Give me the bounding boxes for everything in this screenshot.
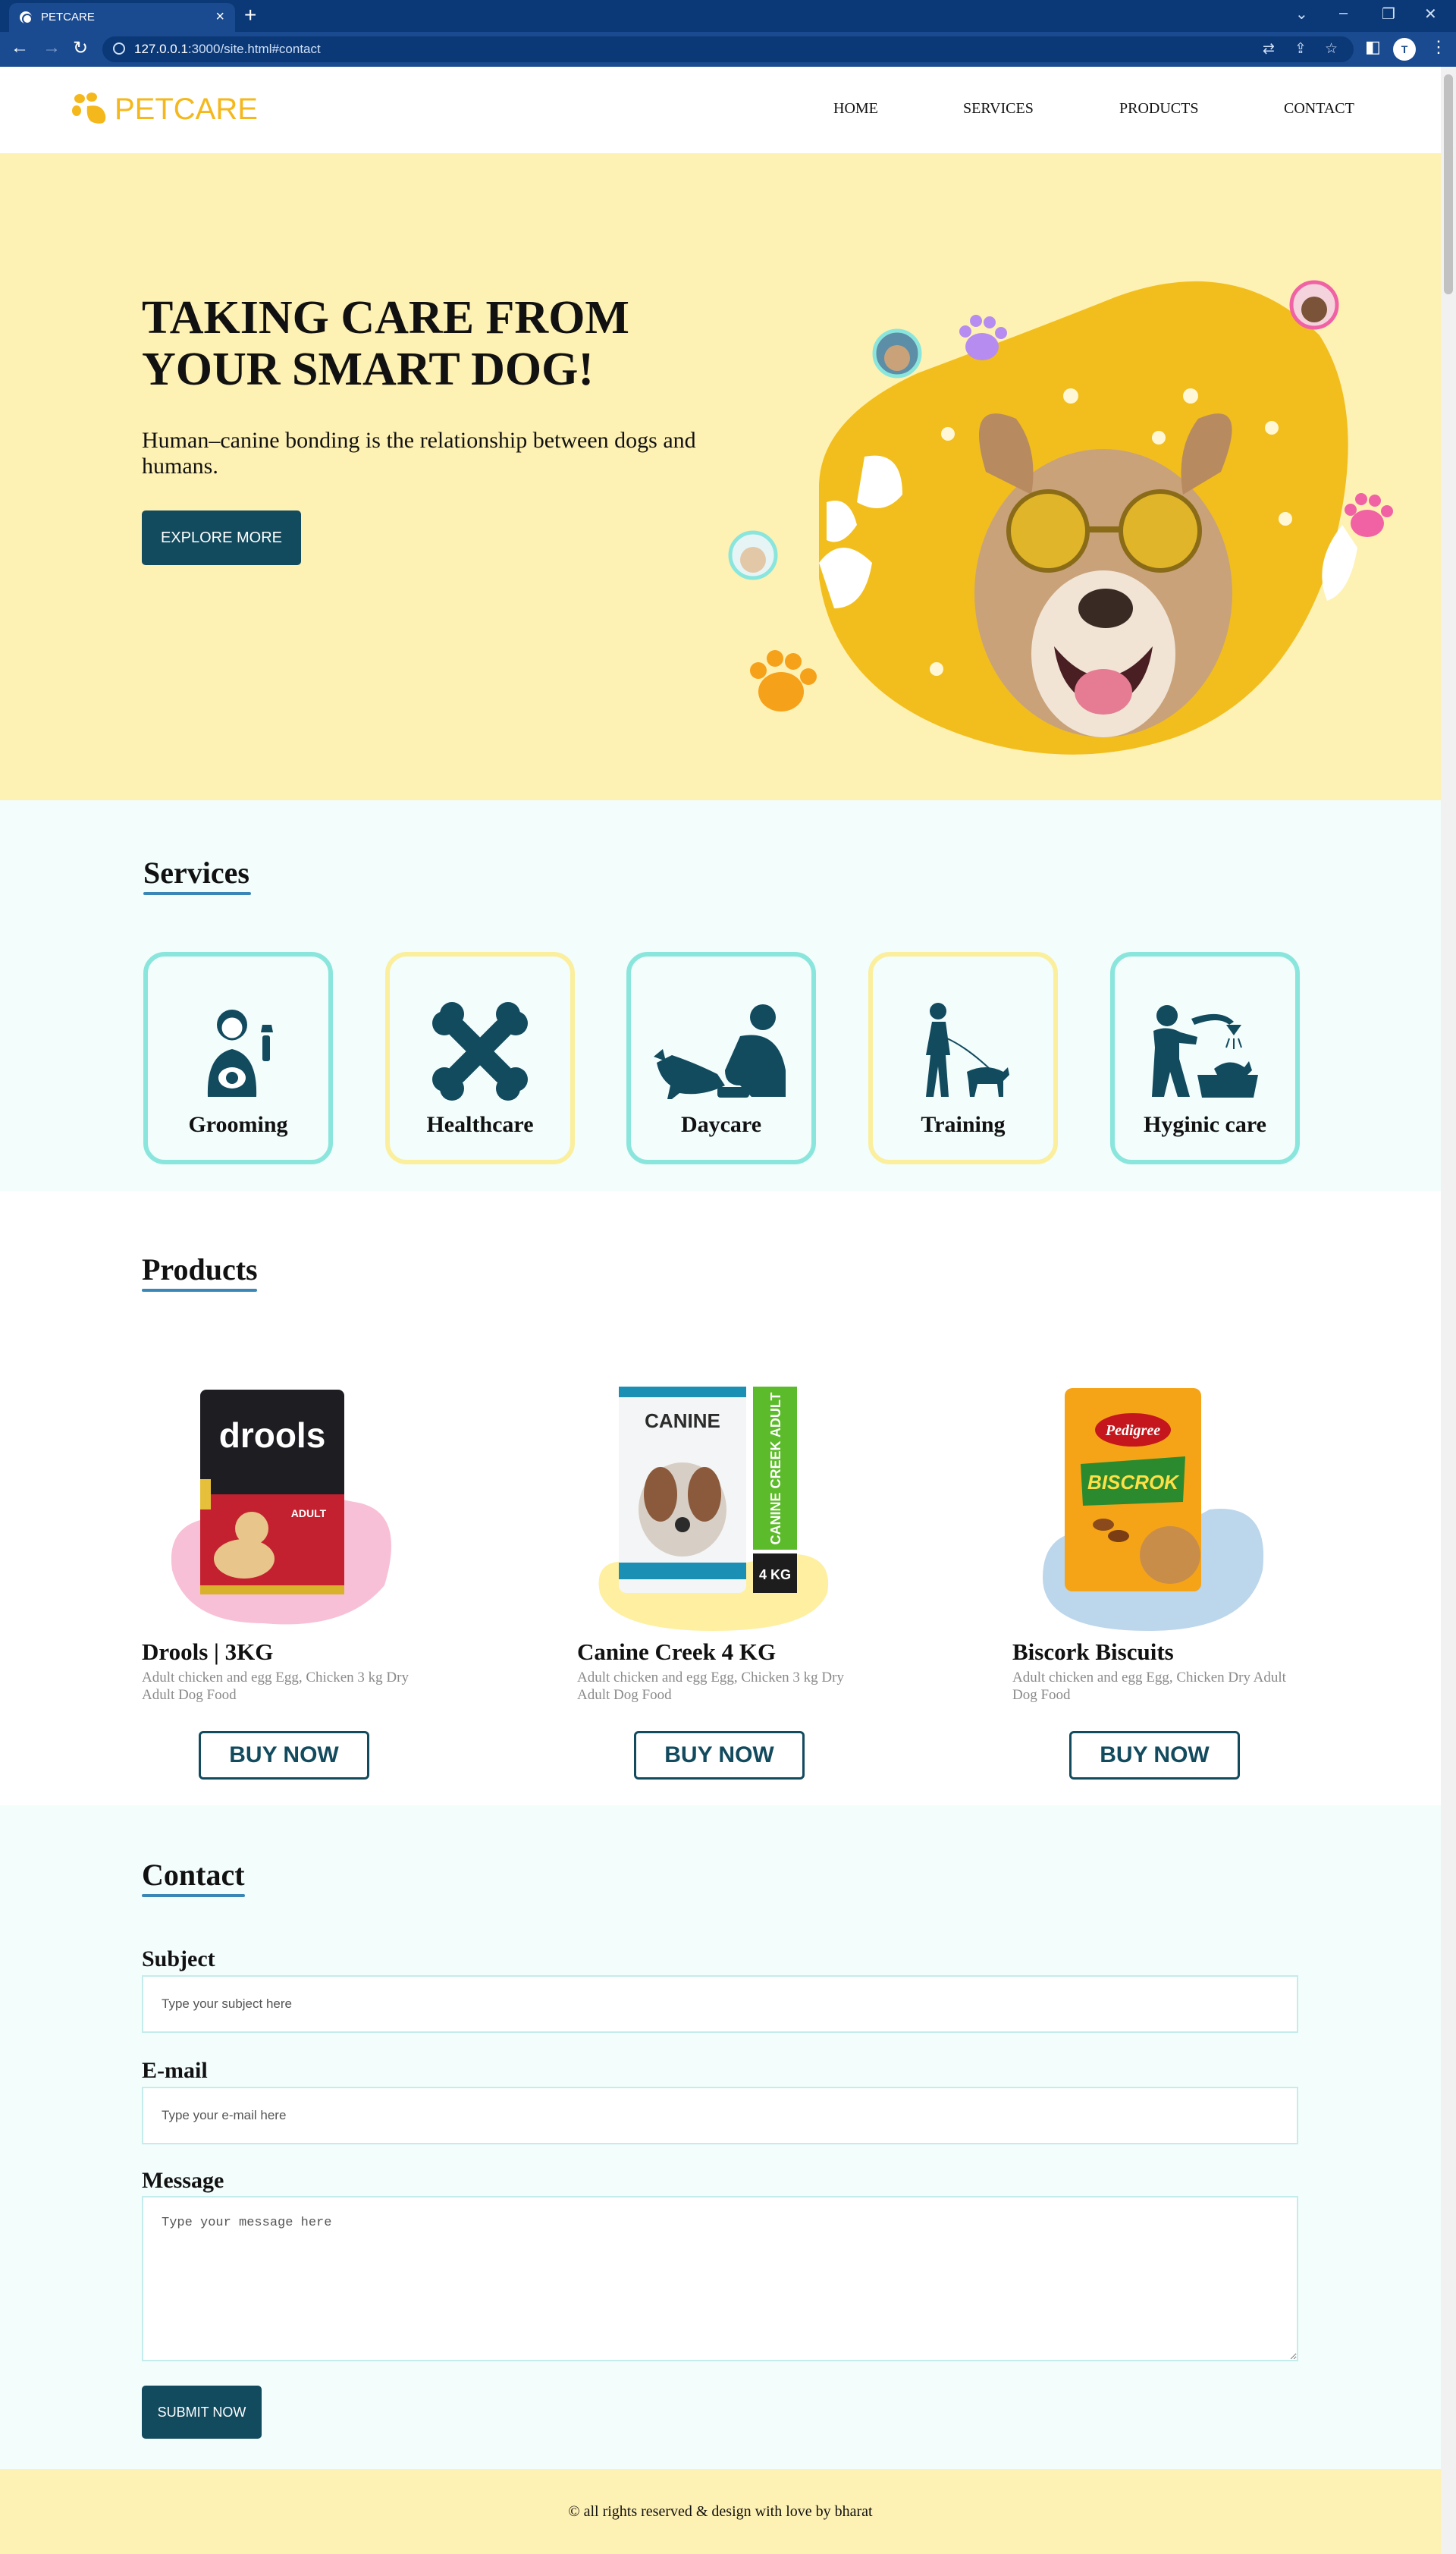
site-footer: © all rights reserved & design with love… [0,2469,1441,2554]
product-card: CANINE CANINE CREEK ADULT 4 KG Canine Cr… [577,1373,880,1783]
pedigree-pack-brand: Pedigree [1105,1422,1160,1439]
side-panel-icon[interactable]: ◧ [1365,37,1381,57]
message-textarea[interactable] [142,2196,1298,2361]
profile-avatar[interactable]: T [1393,38,1416,61]
dog-walking-icon [926,1003,1009,1097]
canine-creek-pack-image: CANINE CANINE CREEK ADULT 4 KG [598,1387,829,1631]
service-label: Training [921,1112,1006,1137]
products-section: Products drools ADULT Drools | 3KG Adult… [0,1191,1441,1805]
footer-copyright: © all rights reserved & design with love… [568,2503,873,2520]
hero-subtitle: Human–canine bonding is the relationship… [142,428,696,479]
product-name: Drools | 3KG [142,1638,274,1665]
new-tab-icon[interactable]: + [244,3,256,27]
service-card-hyginic-care[interactable]: Hyginic care [1110,952,1300,1164]
product-description: Adult chicken and egg Egg, Chicken Dry A… [1012,1670,1286,1703]
translate-icon[interactable]: ⇄ [1263,40,1275,58]
address-bar[interactable]: 127.0.0.1:3000/site.html#contact ⇄ ⇪ ☆ [102,36,1354,62]
tab-search-icon[interactable]: ⌄ [1295,5,1308,24]
services-title-underline [143,892,251,895]
buy-now-button[interactable]: BUY NOW [199,1731,369,1780]
close-window-icon[interactable]: ✕ [1424,5,1437,24]
drools-pack-label: ADULT [291,1507,327,1519]
service-label: Daycare [680,1112,762,1137]
product-description: Adult chicken and egg Egg, Chicken 3 kg … [142,1670,409,1703]
forward-icon[interactable]: → [42,37,61,58]
subject-label: Subject [142,1946,215,1971]
service-card-daycare[interactable]: Daycare [626,952,816,1164]
menu-kebab-icon[interactable]: ⋮ [1430,37,1447,57]
bone-icon [432,1002,528,1101]
minimize-icon[interactable]: – [1339,5,1348,22]
pedigree-pack-image: Pedigree BISCROK [1043,1388,1264,1631]
contact-section: Contact Subject E-mail Message SUBMIT NO… [0,1805,1441,2469]
canine-pack-side: CANINE CREEK ADULT [768,1392,783,1544]
contact-title: Contact [142,1858,245,1892]
canine-pack-weight: 4 KG [759,1567,791,1582]
url-text: 127.0.0.1:3000/site.html#contact [134,42,321,56]
restore-icon[interactable]: ❐ [1382,5,1395,24]
nav-products[interactable]: PRODUCTS [1119,100,1198,118]
product-name: Biscork Biscuits [1012,1638,1174,1665]
browser-toolbar: ← → ↻ 127.0.0.1:3000/site.html#contact ⇄… [0,32,1456,67]
back-icon[interactable]: ← [11,37,29,58]
service-label: Healthcare [426,1112,534,1137]
feeding-dog-icon [654,1004,786,1099]
explore-more-button[interactable]: EXPLORE MORE [142,510,301,565]
message-label: Message [142,2168,224,2193]
tab-title: PETCARE [41,11,95,24]
nav-home[interactable]: HOME [833,100,878,118]
services-title: Services [143,856,249,890]
nav-contact[interactable]: CONTACT [1284,100,1354,118]
drools-pack-brand: drools [219,1415,326,1455]
logo-wordmark: PETCARE [115,93,258,126]
product-description: Adult chicken and egg Egg, Chicken 3 kg … [577,1670,844,1703]
contact-title-underline [142,1894,245,1897]
services-section: Services Grooming Healthcare Daycare Tra… [0,800,1441,1191]
product-card: Pedigree BISCROK Biscork Biscuits Adult … [1012,1373,1316,1783]
email-input[interactable] [142,2087,1298,2144]
bookmark-star-icon[interactable]: ☆ [1325,40,1338,58]
drools-pack-image: drools ADULT [171,1390,391,1625]
nav-services[interactable]: SERVICES [963,100,1034,118]
buy-now-button[interactable]: BUY NOW [1069,1731,1240,1780]
service-card-grooming[interactable]: Grooming [143,952,333,1164]
reload-icon[interactable]: ↻ [73,37,88,59]
product-name: Canine Creek 4 KG [577,1638,777,1665]
service-label: Grooming [188,1112,288,1137]
hero-section: TAKING CARE FROM YOUR SMART DOG! Human–ca… [0,153,1441,800]
buy-now-button[interactable]: BUY NOW [634,1731,805,1780]
scrollbar-thumb[interactable] [1444,74,1453,294]
service-card-healthcare[interactable]: Healthcare [385,952,575,1164]
pedigree-pack-label: BISCROK [1087,1471,1180,1494]
page-scrollbar[interactable] [1441,67,1456,2554]
dog-bath-icon [1152,1005,1258,1098]
canine-pack-brand: CANINE [645,1409,720,1432]
hero-title: TAKING CARE FROM YOUR SMART DOG! [142,292,629,395]
paw-logo-icon [72,93,106,124]
products-title: Products [142,1252,258,1286]
share-icon[interactable]: ⇪ [1294,40,1307,58]
products-title-underline [142,1289,257,1292]
product-card: drools ADULT Drools | 3KG Adult chicken … [142,1373,445,1783]
service-card-training[interactable]: Training [868,952,1058,1164]
groomer-icon [207,1010,273,1097]
service-label: Hyginic care [1144,1112,1266,1137]
site-info-icon[interactable] [113,42,125,55]
close-tab-icon[interactable]: × [215,8,224,26]
subject-input[interactable] [142,1975,1298,2033]
browser-tab[interactable]: PETCARE × [9,3,235,32]
browser-tab-strip: PETCARE × + ⌄ – ❐ ✕ [0,0,1456,32]
globe-icon [20,11,33,24]
email-label: E-mail [142,2058,208,2083]
site-header: PETCARE HOME SERVICES PRODUCTS CONTACT [0,67,1441,153]
hero-dog-illustration [728,280,1393,755]
submit-button[interactable]: SUBMIT NOW [142,2386,262,2439]
